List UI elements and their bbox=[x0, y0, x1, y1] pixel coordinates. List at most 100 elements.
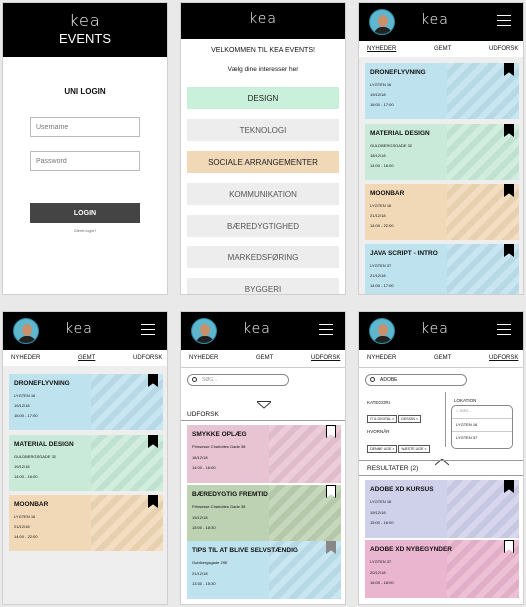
event-card[interactable]: SMYKKE OPLÆG Prinsesse Charlottes Gade 3… bbox=[187, 425, 341, 483]
event-card[interactable]: ADOBE XD KURSUS LYGTEN 16 19/12/18 15:00… bbox=[365, 480, 519, 538]
event-card[interactable]: DRONEFLYVNING LYGTEN 16 19/12/18 16:00 -… bbox=[365, 63, 519, 119]
lokation-dropdown[interactable]: ○ SØG... LYGTEN 16 LYGTEN 37 bbox=[451, 405, 513, 449]
app-header: kea bbox=[3, 312, 167, 350]
event-date: 19/12/18 bbox=[370, 510, 386, 515]
avatar[interactable] bbox=[191, 318, 217, 344]
password-input[interactable] bbox=[30, 151, 140, 171]
interests-screen: kea VELKOMMEN TIL KEA EVENTS! Vælg dine … bbox=[180, 2, 346, 295]
hamburger-menu-icon[interactable] bbox=[141, 324, 155, 335]
app-header: kea bbox=[359, 312, 523, 350]
search-value: ADOBE bbox=[380, 377, 398, 383]
lokation-option[interactable]: LYGTEN 16 bbox=[452, 418, 512, 427]
event-place: LYGTEN 37 bbox=[370, 559, 392, 564]
event-date: 19/12/18 bbox=[14, 464, 30, 469]
event-time: 15:00 - 18:30 bbox=[192, 525, 216, 530]
event-card[interactable]: ADOBE XD NYBEGYNDER LYGTEN 37 20/12/18 1… bbox=[365, 540, 519, 598]
chip-label: NÆSTE UGE bbox=[401, 447, 424, 451]
tab-udforsk[interactable]: UDFORSK bbox=[311, 355, 340, 361]
tab-nyheder[interactable]: NYHEDER bbox=[189, 355, 218, 361]
event-card[interactable]: MOONBAR LYGTEN 16 21/12/18 14:00 - 22:00 bbox=[365, 184, 519, 240]
search-input[interactable]: SØG... bbox=[187, 374, 289, 386]
avatar[interactable] bbox=[13, 318, 39, 344]
event-title: ADOBE XD NYBEGYNDER bbox=[370, 546, 452, 553]
chevron-down-icon[interactable] bbox=[256, 396, 272, 409]
event-time: 13:30 - 15:30 bbox=[192, 581, 216, 586]
saved-screen: kea NYHEDER GEMT UDFORSK DRONEFLYVNING L… bbox=[2, 311, 168, 605]
kea-logo: kea bbox=[249, 11, 277, 27]
hamburger-menu-icon[interactable] bbox=[319, 324, 333, 335]
kea-logo: kea bbox=[421, 12, 449, 28]
tab-udforsk[interactable]: UDFORSK bbox=[489, 46, 518, 52]
kea-logo: kea bbox=[69, 11, 101, 30]
avatar[interactable] bbox=[369, 9, 395, 35]
hamburger-menu-icon[interactable] bbox=[497, 15, 511, 26]
event-time: 14:00 - 22:00 bbox=[14, 534, 38, 539]
tab-gemt[interactable]: GEMT bbox=[434, 46, 451, 52]
event-date: 21/12/18 bbox=[14, 524, 30, 529]
search-input[interactable]: ADOBE bbox=[365, 374, 467, 386]
interest-byggeri[interactable]: BYGGERI bbox=[187, 278, 339, 294]
results-screen: kea NYHEDER GEMT UDFORSK ADOBE KATEGORI … bbox=[358, 311, 524, 605]
event-time: 15:00 - 16:00 bbox=[370, 520, 394, 525]
forgot-login-link[interactable]: Glemt login? bbox=[3, 228, 167, 233]
event-place: LYGTEN 37 bbox=[370, 263, 392, 268]
explore-heading: UDFORSK bbox=[187, 411, 219, 418]
interest-design[interactable]: DESIGN bbox=[187, 87, 339, 109]
tab-udforsk[interactable]: UDFORSK bbox=[133, 355, 162, 361]
event-place: LYGTEN 16 bbox=[370, 82, 392, 87]
filter-chip[interactable]: DENNE UGE × bbox=[367, 445, 398, 453]
avatar[interactable] bbox=[369, 318, 395, 344]
filter-chip[interactable]: DESIGN × bbox=[398, 415, 422, 423]
hvornaar-label: HVORNÅR bbox=[367, 429, 390, 434]
event-date: 19/12/18 bbox=[370, 92, 386, 97]
tab-gemt[interactable]: GEMT bbox=[434, 355, 451, 361]
event-card[interactable]: MOONBAR LYGTEN 16 21/12/18 14:00 - 22:00 bbox=[9, 495, 163, 551]
lokation-option[interactable]: LYGTEN 37 bbox=[452, 431, 512, 440]
lokation-placeholder: SØG... bbox=[459, 408, 472, 413]
event-place: LYGTEN 16 bbox=[14, 393, 36, 398]
tab-nyheder[interactable]: NYHEDER bbox=[367, 46, 396, 52]
event-card[interactable]: TIPS TIL AT BLIVE SELVSTÆNDIG Guldbergsg… bbox=[187, 541, 341, 599]
event-date: 21/12/18 bbox=[370, 213, 386, 218]
login-button[interactable]: LOGIN bbox=[30, 203, 140, 223]
interest-label: BYGGERI bbox=[244, 284, 282, 294]
tab-udforsk[interactable]: UDFORSK bbox=[489, 355, 518, 361]
interest-teknologi[interactable]: TEKNOLOGI bbox=[187, 119, 339, 141]
event-title: MOONBAR bbox=[370, 190, 405, 197]
tab-nyheder[interactable]: NYHEDER bbox=[367, 355, 396, 361]
event-card[interactable]: DRONEFLYVNING LYGTEN 16 19/12/18 16:00 -… bbox=[9, 374, 163, 430]
event-place: LYGTEN 16 bbox=[370, 499, 392, 504]
event-card[interactable]: BÆREDYGTIG FREMTID Prinsesse Charlottes … bbox=[187, 485, 341, 543]
kea-logo: kea bbox=[421, 321, 449, 337]
lokation-search[interactable]: ○ SØG... bbox=[456, 408, 472, 413]
event-place: Prinsesse Charlottes Gade 38 bbox=[192, 444, 246, 449]
interest-kommunikation[interactable]: KOMMUNIKATION bbox=[187, 183, 339, 205]
event-time: 14:00 - 17:00 bbox=[370, 283, 394, 288]
tab-gemt[interactable]: GEMT bbox=[256, 355, 273, 361]
hamburger-menu-icon[interactable] bbox=[497, 324, 511, 335]
login-button-label: LOGIN bbox=[73, 209, 97, 217]
filter-chip[interactable]: NÆSTE UGE × bbox=[398, 445, 430, 453]
event-place: Prinsesse Charlottes Gade 38 bbox=[192, 504, 246, 509]
welcome-header: kea bbox=[181, 3, 345, 39]
interest-sociale[interactable]: SOCIALE ARRANGEMENTER bbox=[187, 151, 339, 173]
event-card[interactable]: MATERIAL DESIGN GULDBERGSGADE 32 19/12/1… bbox=[9, 435, 163, 491]
event-card[interactable]: JAVA SCRIPT - INTRO LYGTEN 37 21/12/18 1… bbox=[365, 244, 519, 294]
login-screen: kea EVENTS UNI LOGIN LOGIN Glemt login? bbox=[2, 2, 168, 295]
nav-tabs: NYHEDER GEMT UDFORSK bbox=[359, 352, 523, 368]
search-icon bbox=[370, 377, 375, 382]
event-title: ADOBE XD KURSUS bbox=[370, 486, 434, 493]
interests-instruction: Vælg dine interesser her bbox=[227, 66, 299, 73]
event-place: Guldbergsgade 29E bbox=[192, 560, 228, 565]
interest-baeredygtighed[interactable]: BÆREDYGTIGHED bbox=[187, 215, 339, 237]
event-card[interactable]: MATERIAL DESIGN GULDBERGSGADE 32 18/12/1… bbox=[365, 124, 519, 180]
filter-chip[interactable]: IT & DIGITAL × bbox=[367, 415, 398, 423]
tab-nyheder[interactable]: NYHEDER bbox=[11, 355, 40, 361]
interest-markedsforing[interactable]: MARKEDSFØRING bbox=[187, 246, 339, 268]
interest-label: TEKNOLOGI bbox=[239, 125, 287, 135]
tab-gemt[interactable]: GEMT bbox=[78, 355, 95, 361]
username-input[interactable] bbox=[30, 117, 140, 137]
chevron-up-icon[interactable] bbox=[434, 453, 450, 471]
event-title: MATERIAL DESIGN bbox=[370, 130, 430, 137]
event-place: LYGTEN 16 bbox=[14, 514, 36, 519]
